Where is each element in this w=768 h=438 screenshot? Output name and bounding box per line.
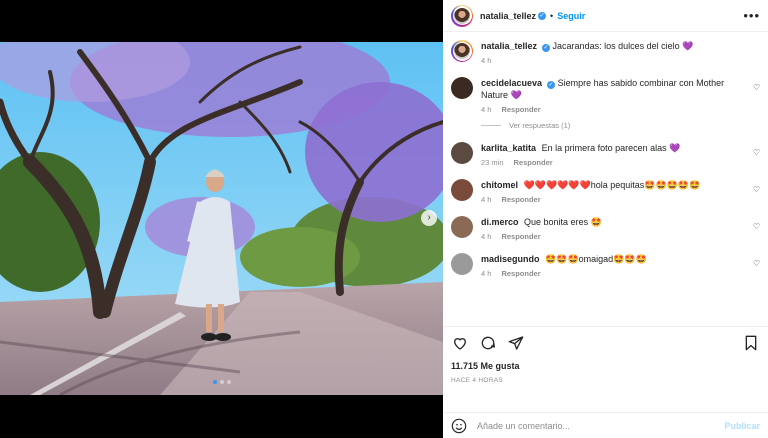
reply-button[interactable]: Responder — [501, 195, 540, 204]
more-options-icon[interactable]: ••• — [743, 8, 760, 23]
like-comment-heart-icon[interactable]: ♡ — [753, 185, 760, 194]
post-photo[interactable] — [0, 42, 443, 395]
post-modal: › natalia_tellez ✓ • Seguir ••• natalia_… — [0, 0, 768, 438]
avatar[interactable] — [451, 253, 473, 275]
add-comment-bar: Publicar — [443, 412, 768, 438]
view-replies-button[interactable]: Ver respuestas (1) — [481, 121, 740, 130]
avatar[interactable] — [451, 4, 473, 27]
list-item: di.merco Que bonita eres 🤩 4 h Responder… — [443, 216, 768, 241]
share-icon[interactable] — [507, 334, 525, 352]
comment-username[interactable]: cecidelacueva — [481, 78, 542, 88]
reply-button[interactable]: Responder — [514, 158, 553, 167]
like-comment-heart-icon[interactable]: ♡ — [753, 222, 760, 231]
verified-badge-icon: ✓ — [547, 81, 556, 89]
carousel-dot — [226, 380, 231, 384]
post-side-panel: natalia_tellez ✓ • Seguir ••• natalia_te… — [443, 0, 768, 438]
comment-text: Que bonita eres 🤩 — [524, 217, 602, 227]
reply-button[interactable]: Responder — [501, 269, 540, 278]
comment-text: ❤️❤️❤️❤️❤️❤️hola pequitas🤩🤩🤩🤩🤩 — [523, 180, 701, 190]
like-comment-heart-icon[interactable]: ♡ — [753, 83, 760, 92]
avatar[interactable] — [451, 77, 473, 99]
header-username[interactable]: natalia_tellez — [480, 11, 536, 21]
caption: natalia_tellez ✓ Jacarandas: los dulces d… — [443, 36, 768, 65]
comment-time: 4 h — [481, 232, 492, 241]
caption-username[interactable]: natalia_tellez — [481, 41, 537, 51]
comment-time: 23 min — [481, 158, 504, 167]
reply-button[interactable]: Responder — [501, 105, 540, 114]
avatar[interactable] — [451, 142, 473, 164]
list-item: madisegundo 🤩🤩🤩omaigad🤩🤩🤩 4 h Responder … — [443, 253, 768, 278]
post-header: natalia_tellez ✓ • Seguir ••• — [443, 0, 768, 32]
comment-input[interactable] — [477, 420, 725, 431]
carousel-dot — [219, 380, 224, 384]
list-item: chitomel ❤️❤️❤️❤️❤️❤️hola pequitas🤩🤩🤩🤩🤩 … — [443, 179, 768, 204]
comment-username[interactable]: madisegundo — [481, 254, 540, 264]
separator: • — [550, 10, 554, 21]
caption-text: Jacarandas: los dulces del cielo 💜 — [552, 41, 694, 51]
chevron-right-icon[interactable]: › — [421, 210, 437, 226]
comment-time: 4 h — [481, 269, 492, 278]
emoji-icon[interactable] — [451, 418, 467, 434]
comment-icon[interactable] — [479, 334, 497, 352]
caption-time: 4 h — [481, 56, 492, 65]
comments-list: natalia_tellez ✓ Jacarandas: los dulces d… — [443, 32, 768, 326]
comment-username[interactable]: di.merco — [481, 217, 519, 227]
view-replies-label: Ver respuestas (1) — [509, 121, 571, 130]
likes-count[interactable]: 11.715 Me gusta — [451, 361, 760, 371]
reply-button[interactable]: Responder — [501, 232, 540, 241]
carousel-dot-active — [212, 380, 217, 384]
post-media: › — [0, 0, 443, 438]
list-item: cecidelacueva ✓ Siempre has sabido combin… — [443, 77, 768, 130]
verified-badge-icon: ✓ — [538, 11, 547, 20]
avatar[interactable] — [451, 179, 473, 201]
avatar[interactable] — [451, 216, 473, 238]
follow-button[interactable]: Seguir — [557, 11, 585, 21]
post-timestamp: HACE 4 HORAS — [451, 377, 504, 384]
list-item: karlita_katita En la primera foto parece… — [443, 142, 768, 167]
comment-username[interactable]: karlita_katita — [481, 143, 536, 153]
comment-time: 4 h — [481, 195, 492, 204]
comment-username[interactable]: chitomel — [481, 180, 518, 190]
avatar[interactable] — [451, 40, 473, 62]
comment-text: 🤩🤩🤩omaigad🤩🤩🤩 — [545, 254, 647, 264]
divider — [481, 125, 501, 126]
verified-badge-icon: ✓ — [542, 44, 551, 52]
publish-button[interactable]: Publicar — [724, 421, 760, 431]
post-actions: 11.715 Me gusta HACE 4 HORAS — [443, 326, 768, 412]
heart-icon[interactable] — [451, 334, 469, 352]
bookmark-icon[interactable] — [742, 334, 760, 352]
like-comment-heart-icon[interactable]: ♡ — [753, 148, 760, 157]
comment-time: 4 h — [481, 105, 492, 114]
like-comment-heart-icon[interactable]: ♡ — [753, 259, 760, 268]
comment-text: En la primera foto parecen alas 💜 — [541, 143, 681, 153]
carousel-dots — [212, 380, 231, 384]
